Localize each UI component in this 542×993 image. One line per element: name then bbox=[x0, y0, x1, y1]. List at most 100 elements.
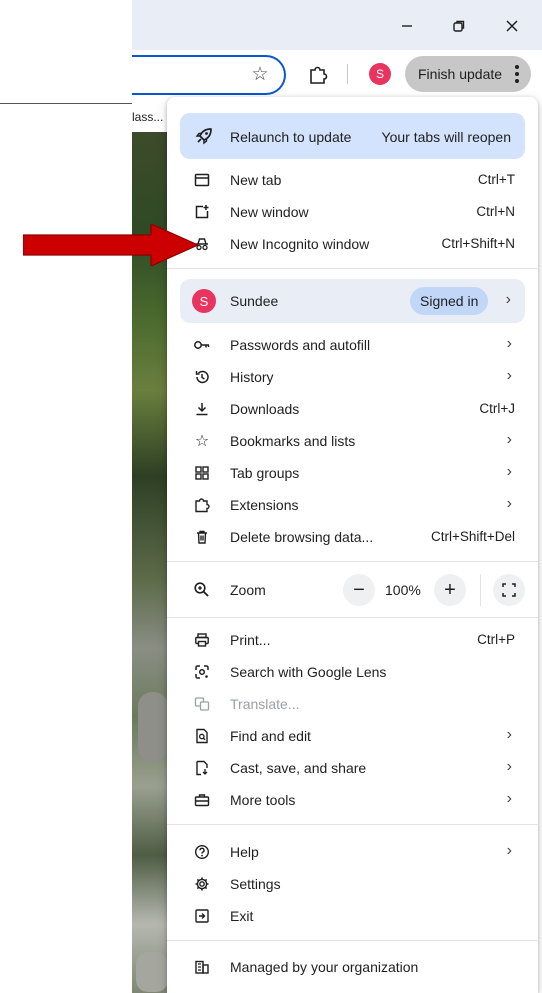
history-icon bbox=[193, 368, 211, 386]
menu-divider bbox=[167, 617, 538, 618]
fullscreen-icon bbox=[502, 583, 516, 597]
exit-label: Exit bbox=[230, 908, 254, 924]
profile-name: Sundee bbox=[230, 293, 279, 309]
new-window-item[interactable]: New window Ctrl+N bbox=[167, 196, 538, 228]
translate-icon bbox=[193, 695, 211, 713]
managed-by-org-item[interactable]: Managed by your organization bbox=[167, 951, 538, 983]
tab-groups-label: Tab groups bbox=[230, 465, 300, 481]
zoom-in-button[interactable]: + bbox=[434, 574, 466, 606]
building-icon bbox=[193, 958, 211, 976]
restore-icon bbox=[453, 20, 465, 32]
page-divider-line bbox=[0, 103, 132, 104]
google-lens-item[interactable]: Search with Google Lens bbox=[167, 656, 538, 688]
new-tab-shortcut: Ctrl+T bbox=[477, 172, 515, 187]
relaunch-label: Relaunch to update bbox=[230, 129, 352, 145]
chevron-right-icon: › bbox=[506, 335, 512, 352]
relaunch-note: Your tabs will reopen bbox=[381, 129, 511, 145]
lens-icon bbox=[193, 663, 211, 681]
profile-avatar-button[interactable]: S bbox=[369, 63, 391, 85]
more-tools-item[interactable]: More tools › bbox=[167, 784, 538, 816]
tab-groups-icon bbox=[193, 464, 211, 482]
new-window-icon bbox=[193, 203, 211, 221]
close-icon bbox=[506, 20, 518, 32]
help-icon bbox=[193, 843, 211, 861]
bookmark-star-icon[interactable]: ☆ bbox=[248, 62, 272, 86]
chevron-right-icon: › bbox=[506, 367, 512, 384]
title-bar bbox=[132, 0, 542, 50]
bookmark-item[interactable]: lass... bbox=[132, 100, 172, 132]
cast-save-label: Cast, save, and share bbox=[230, 760, 367, 776]
exit-icon bbox=[193, 907, 211, 925]
find-edit-item[interactable]: Find and edit › bbox=[167, 720, 538, 752]
minimize-button[interactable] bbox=[390, 12, 424, 40]
cast-save-share-item[interactable]: Cast, save, and share › bbox=[167, 752, 538, 784]
extensions-label: Extensions bbox=[230, 497, 299, 513]
new-window-shortcut: Ctrl+N bbox=[476, 204, 515, 219]
restore-button[interactable] bbox=[442, 12, 476, 40]
history-item[interactable]: History › bbox=[167, 361, 538, 393]
plus-icon: + bbox=[444, 578, 456, 601]
zoom-separator bbox=[480, 574, 481, 606]
profile-avatar: S bbox=[192, 289, 216, 313]
delete-data-shortcut: Ctrl+Shift+Del bbox=[430, 529, 515, 544]
print-item[interactable]: Print... Ctrl+P bbox=[167, 624, 538, 656]
signed-in-badge: Signed in bbox=[410, 287, 489, 315]
menu-divider bbox=[167, 561, 538, 562]
trash-icon bbox=[193, 528, 211, 546]
lens-label: Search with Google Lens bbox=[230, 664, 387, 680]
gear-icon bbox=[193, 875, 211, 893]
bookmarks-lists-item[interactable]: ☆ Bookmarks and lists › bbox=[167, 425, 538, 457]
more-tools-label: More tools bbox=[230, 792, 296, 808]
chevron-right-icon: › bbox=[506, 495, 512, 512]
translate-item: Translate... bbox=[167, 688, 538, 720]
new-incognito-shortcut: Ctrl+Shift+N bbox=[441, 236, 515, 251]
extensions-item[interactable]: Extensions › bbox=[167, 489, 538, 521]
downloads-label: Downloads bbox=[230, 401, 300, 417]
passwords-label: Passwords and autofill bbox=[230, 337, 371, 353]
zoom-label: Zoom bbox=[230, 582, 266, 598]
relaunch-to-update-item[interactable]: Relaunch to update Your tabs will reopen bbox=[180, 113, 525, 159]
print-label: Print... bbox=[230, 632, 271, 648]
puzzle-icon bbox=[193, 496, 211, 514]
puzzle-icon bbox=[310, 66, 328, 84]
tab-groups-item[interactable]: Tab groups › bbox=[167, 457, 538, 489]
zoom-out-button[interactable]: − bbox=[343, 574, 375, 606]
settings-item[interactable]: Settings bbox=[167, 868, 538, 900]
chrome-main-menu: Relaunch to update Your tabs will reopen… bbox=[167, 97, 538, 993]
extensions-button[interactable] bbox=[305, 62, 331, 88]
bookmarks-label: Bookmarks and lists bbox=[230, 433, 356, 449]
downloads-item[interactable]: Downloads Ctrl+J bbox=[167, 393, 538, 425]
red-arrow-annotation bbox=[23, 224, 198, 266]
profile-item[interactable]: S Sundee Signed in › bbox=[180, 279, 525, 323]
finish-update-button[interactable]: Finish update bbox=[405, 56, 531, 92]
fullscreen-button[interactable] bbox=[493, 574, 525, 606]
exit-item[interactable]: Exit bbox=[167, 900, 538, 932]
tab-icon bbox=[193, 171, 211, 189]
toolbox-icon bbox=[193, 791, 211, 809]
key-icon bbox=[193, 336, 211, 354]
find-edit-label: Find and edit bbox=[230, 728, 311, 744]
new-incognito-window-item[interactable]: New Incognito window Ctrl+Shift+N bbox=[167, 228, 538, 260]
download-icon bbox=[193, 400, 211, 418]
new-incognito-label: New Incognito window bbox=[230, 236, 370, 252]
translate-label: Translate... bbox=[230, 696, 300, 712]
chevron-right-icon: › bbox=[506, 431, 512, 448]
more-vert-icon bbox=[515, 65, 519, 83]
delete-data-label: Delete browsing data... bbox=[230, 529, 374, 545]
new-tab-item[interactable]: New tab Ctrl+T bbox=[167, 164, 538, 196]
delete-browsing-data-item[interactable]: Delete browsing data... Ctrl+Shift+Del bbox=[167, 521, 538, 553]
new-tab-label: New tab bbox=[230, 172, 282, 188]
passwords-autofill-item[interactable]: Passwords and autofill › bbox=[167, 329, 538, 361]
close-button[interactable] bbox=[495, 12, 529, 40]
menu-divider bbox=[167, 940, 538, 941]
rocket-icon bbox=[195, 128, 212, 145]
minus-icon: − bbox=[353, 578, 365, 601]
zoom-value: 100% bbox=[385, 582, 421, 598]
printer-icon bbox=[193, 631, 211, 649]
help-item[interactable]: Help › bbox=[167, 836, 538, 868]
chevron-right-icon: › bbox=[506, 726, 512, 743]
help-label: Help bbox=[230, 844, 259, 860]
bookmark-label: lass... bbox=[132, 110, 164, 124]
chevron-right-icon: › bbox=[506, 790, 512, 807]
history-label: History bbox=[230, 369, 274, 385]
